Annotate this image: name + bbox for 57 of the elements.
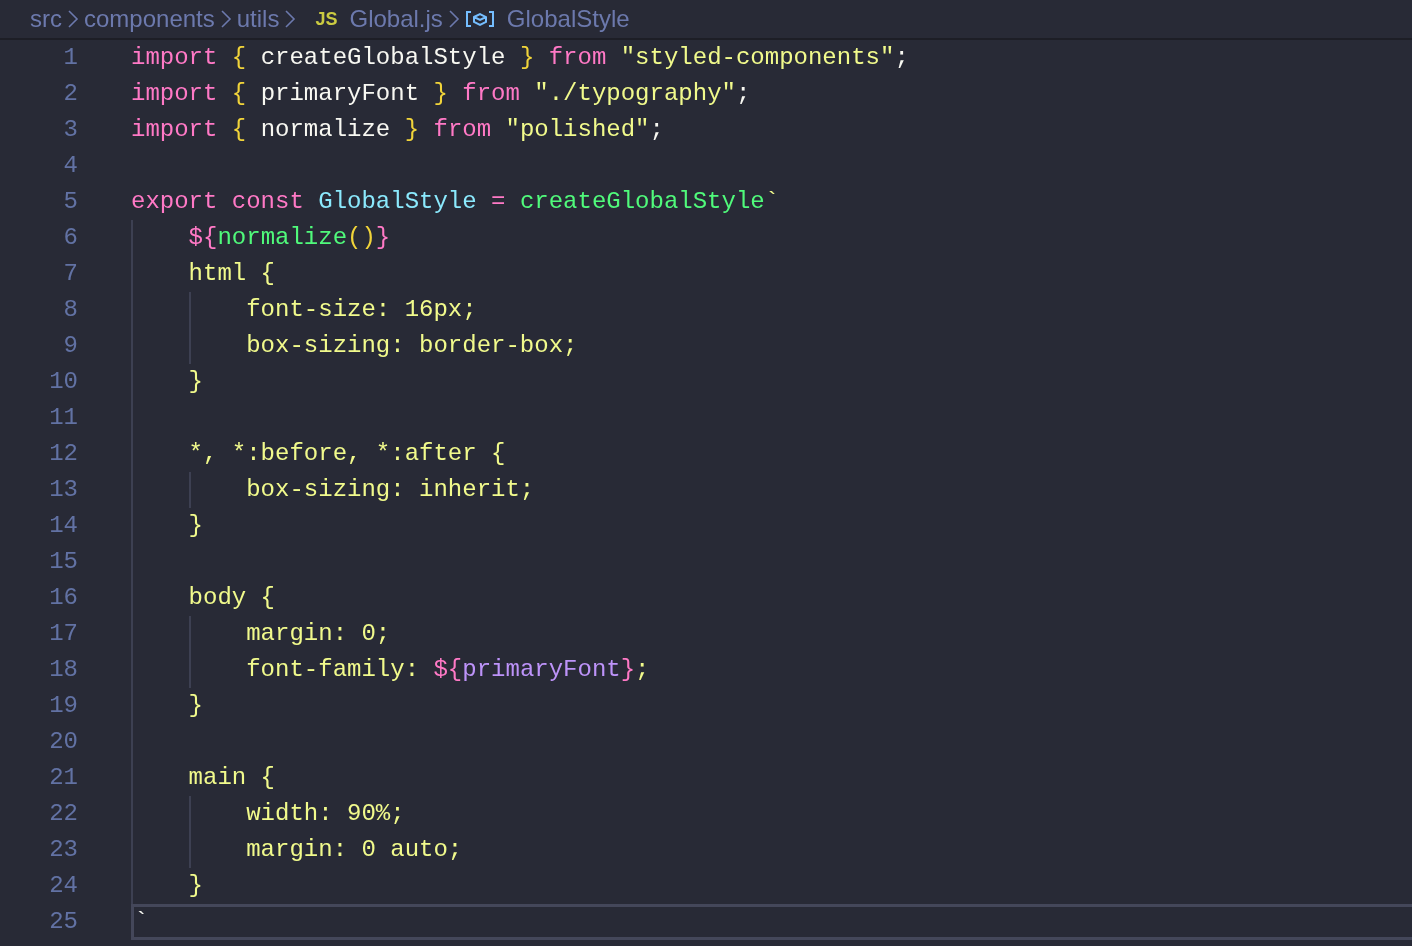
chevron-icon [446, 8, 461, 30]
code-line: html { [187, 260, 276, 287]
chevron-icon [66, 8, 80, 30]
code-line: import { createGlobalStyle } from "styled-components"; [131, 44, 909, 71]
line-number: 15 [48, 547, 78, 577]
line-number: 10 [48, 367, 78, 397]
line-number: 12 [48, 439, 78, 469]
line-number: 2 [62, 79, 78, 109]
breadcrumb-symbol[interactable]: GlobalStyle [506, 1, 630, 37]
file-type-icon: JS [315, 5, 338, 33]
chevron-icon [283, 8, 298, 30]
code-line: } [187, 872, 203, 899]
code-line: } [187, 512, 203, 539]
symbol-icon [464, 8, 495, 30]
line-number: 21 [48, 763, 78, 793]
code-line: import { normalize } from "polished"; [131, 116, 664, 143]
line-number: 1 [62, 43, 78, 73]
line-number: 11 [48, 403, 78, 433]
code-line: export const GlobalStyle = createGlobalStyle` [131, 188, 780, 215]
breadcrumb-folder[interactable]: utils [236, 1, 280, 37]
line-number: 18 [48, 655, 78, 685]
line-number: 22 [48, 799, 78, 829]
code-line: main { [187, 764, 276, 791]
line-number: 25 [48, 907, 78, 937]
line-number: 9 [62, 331, 78, 361]
line-number: 20 [48, 727, 78, 757]
line-number: 7 [62, 259, 78, 289]
line-number: 13 [48, 475, 78, 505]
line-number: 6 [62, 223, 78, 253]
line-number: 24 [48, 871, 78, 901]
code-line: import { primaryFont } from "./typography"; [131, 80, 751, 107]
code-line: ` [134, 908, 149, 935]
line-number: 17 [48, 619, 78, 649]
code-line: box-sizing: inherit; [245, 476, 535, 503]
line-number: 3 [62, 115, 78, 145]
line-number: 8 [62, 295, 78, 325]
chevron-icon [218, 8, 233, 30]
line-number: 5 [62, 187, 78, 217]
code-line: } [187, 692, 203, 719]
code-line: font-family: ${primaryFont}; [245, 656, 650, 683]
line-number: 16 [48, 583, 78, 613]
code-line: *, *:before, *:after { [187, 440, 506, 467]
breadcrumb-folder[interactable]: src [30, 1, 62, 37]
line-number: 4 [62, 151, 78, 181]
line-number: 19 [48, 691, 78, 721]
code-line: } [187, 368, 203, 395]
line-number: 23 [48, 835, 78, 865]
code-line: body { [187, 584, 276, 611]
code-line: width: 90%; [245, 800, 405, 827]
line-number: 14 [48, 511, 78, 541]
code-line: margin: 0; [245, 620, 391, 647]
code-line: margin: 0 auto; [245, 836, 463, 863]
breadcrumb-file[interactable]: Global.js [349, 1, 443, 37]
code-line: font-size: 16px; [245, 296, 477, 323]
code-line: ${normalize()} [187, 224, 391, 251]
code-line: box-sizing: border-box; [245, 332, 578, 359]
breadcrumb-folder[interactable]: components [84, 1, 215, 37]
